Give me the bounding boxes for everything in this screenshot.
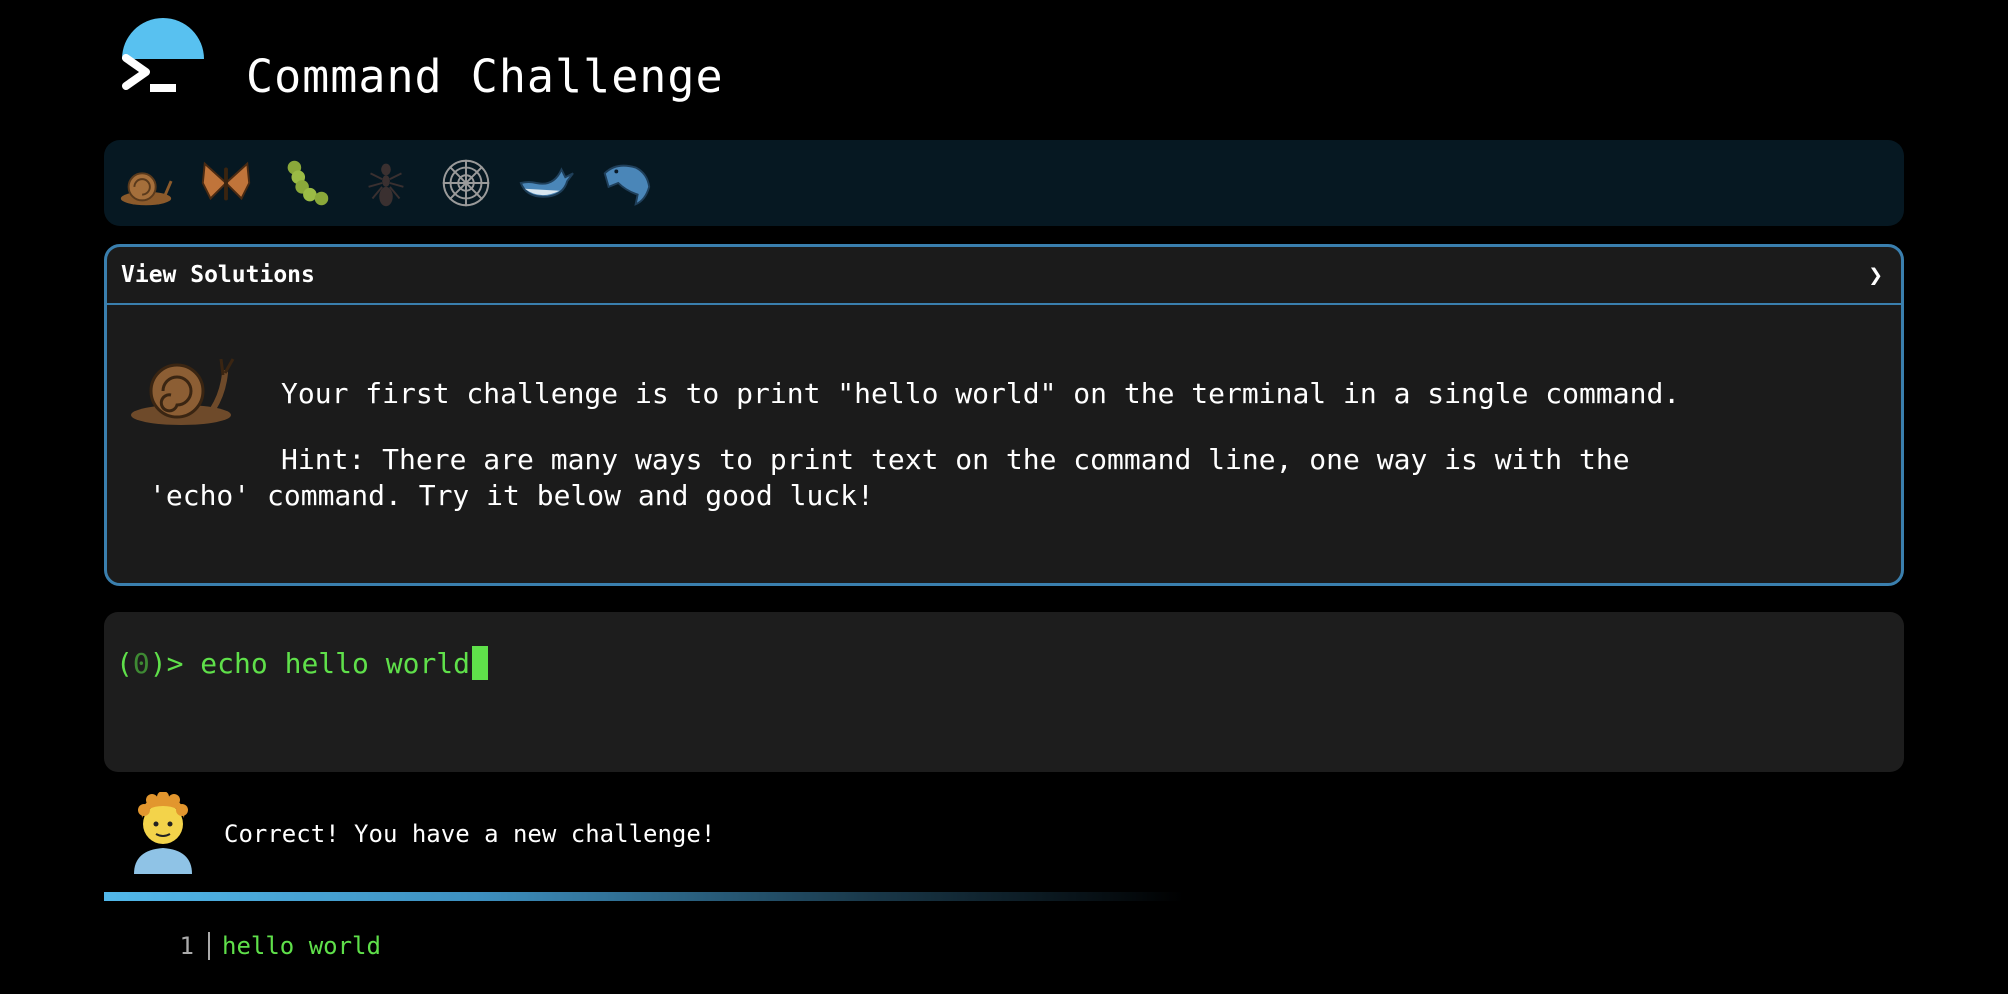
chevron-right-icon[interactable]: ❯ [1869, 261, 1883, 289]
progress-bar [104, 892, 1184, 901]
line-separator [208, 932, 210, 960]
snail-icon [120, 172, 173, 206]
level-button-snail[interactable] [116, 153, 176, 213]
output-line-number: 1 [179, 932, 194, 960]
snail-icon [131, 358, 235, 425]
hint-text-line-1: Hint: There are many ways to print text … [281, 443, 1630, 476]
level-button-caterpillar[interactable] [276, 153, 336, 213]
whale-icon [519, 167, 574, 198]
prompt-count: 0 [132, 646, 150, 680]
challenge-panel: View Solutions ❯ Your first challenge is… [104, 244, 1904, 586]
butterfly-icon [201, 161, 251, 201]
prompt-open: ( [116, 646, 133, 680]
panel-title[interactable]: View Solutions [121, 262, 315, 288]
level-button-butterfly[interactable] [196, 153, 256, 213]
caterpillar-icon [287, 160, 329, 206]
terminal-prompt-icon[interactable] [120, 50, 182, 102]
view-solutions-toggle[interactable]: View Solutions ❯ [107, 247, 1901, 305]
feedback-message: Correct! You have a new challenge! [224, 820, 716, 848]
terminal-command-line[interactable]: (0)> echo hello world [116, 646, 489, 680]
app-title: Command Challenge [246, 50, 724, 103]
output-line: 1 hello world [178, 932, 381, 960]
level-button-spider-web[interactable] [436, 153, 496, 213]
text-cursor [472, 646, 489, 680]
level-selector-bar [104, 140, 1904, 226]
command-challenge-page: Command Challenge View Solutions ❯ Your … [0, 0, 2008, 994]
level-button-dolphin[interactable] [596, 153, 656, 213]
level-button-whale[interactable] [516, 153, 576, 213]
prompt-close: )> [149, 646, 201, 680]
challenge-description: Your first challenge is to print "hello … [281, 377, 1681, 410]
person-avatar-icon [134, 792, 192, 874]
spider-web-icon [442, 159, 490, 207]
command-text[interactable]: echo hello world [200, 647, 470, 680]
ant-icon [368, 163, 404, 207]
level-button-ant[interactable] [356, 153, 416, 213]
output-line-text: hello world [222, 932, 381, 960]
dolphin-icon [603, 164, 651, 206]
hint-text-line-2: 'echo' command. Try it below and good lu… [149, 479, 874, 512]
terminal-input-area[interactable]: (0)> echo hello world [104, 612, 1904, 772]
